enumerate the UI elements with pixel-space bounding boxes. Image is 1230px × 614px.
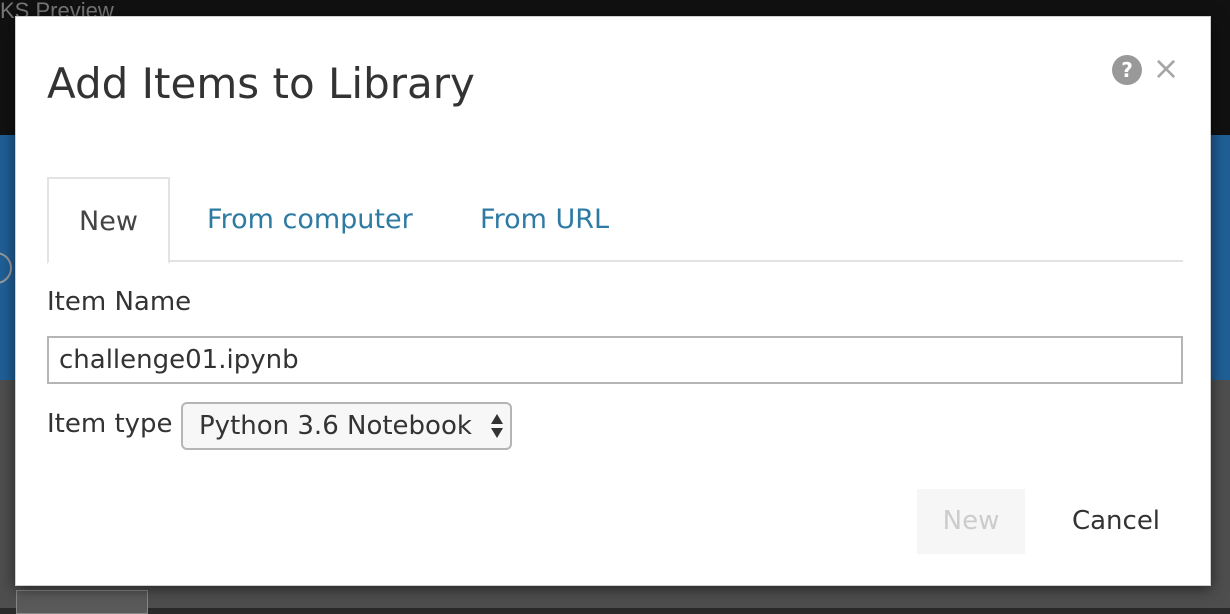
tab-from-computer[interactable]: From computer xyxy=(207,177,413,262)
dialog-title: Add Items to Library xyxy=(47,59,475,108)
background-field xyxy=(16,590,148,614)
item-type-selected-value: Python 3.6 Notebook xyxy=(199,411,472,441)
tab-from-url[interactable]: From URL xyxy=(480,177,609,262)
item-type-label: Item type xyxy=(47,409,173,439)
add-items-dialog: Add Items to Library ? × New From comput… xyxy=(15,16,1211,586)
item-type-select[interactable]: Python 3.6 Notebook xyxy=(181,402,512,450)
item-name-label: Item Name xyxy=(47,287,192,317)
new-button[interactable]: New xyxy=(917,489,1025,554)
tab-bar: New From computer From URL xyxy=(47,177,1183,264)
select-updown-icon xyxy=(491,414,503,438)
help-icon[interactable]: ? xyxy=(1112,55,1142,85)
tab-new[interactable]: New xyxy=(47,177,170,264)
item-name-input[interactable] xyxy=(47,336,1183,384)
close-icon[interactable]: × xyxy=(1151,52,1181,84)
cancel-button[interactable]: Cancel xyxy=(1056,489,1176,554)
